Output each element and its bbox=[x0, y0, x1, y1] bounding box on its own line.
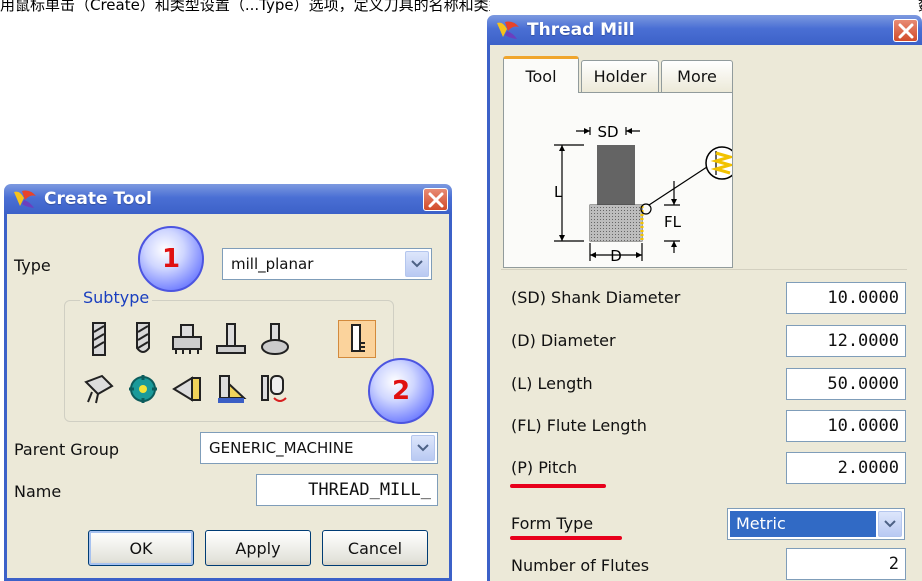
apply-button[interactable]: Apply bbox=[205, 530, 311, 566]
chevron-down-icon[interactable] bbox=[878, 511, 902, 537]
type-select-value: mill_planar bbox=[231, 255, 314, 273]
barrel-cutter-icon[interactable] bbox=[256, 320, 294, 358]
close-button[interactable] bbox=[893, 19, 918, 42]
create-tool-titlebar[interactable]: Create Tool bbox=[4, 184, 452, 214]
d-label: D bbox=[610, 247, 622, 265]
parent-group-label: Parent Group bbox=[14, 440, 120, 459]
pitch-field[interactable]: 2.0000 bbox=[786, 452, 906, 484]
name-label: Name bbox=[14, 482, 62, 501]
fl-label: FL bbox=[664, 213, 682, 231]
gear-cutter-icon[interactable] bbox=[124, 370, 162, 408]
flute-length-label: (FL) Flute Length bbox=[511, 416, 647, 435]
length-label: (L) Length bbox=[511, 374, 593, 393]
ok-button[interactable]: OK bbox=[88, 530, 194, 566]
tab-holder[interactable]: Holder bbox=[581, 60, 659, 92]
shank-diameter-field[interactable]: 10.0000 bbox=[786, 282, 906, 314]
name-field[interactable]: THREAD_MILL_ bbox=[256, 474, 438, 506]
thread-mill-icon[interactable] bbox=[338, 320, 376, 358]
flute-length-field[interactable]: 10.0000 bbox=[786, 410, 906, 442]
chevron-down-icon[interactable] bbox=[411, 435, 435, 461]
mill-cell-icon[interactable] bbox=[212, 370, 250, 408]
subtype-label: Subtype bbox=[80, 288, 153, 307]
diameter-field[interactable]: 12.0000 bbox=[786, 325, 906, 357]
length-field[interactable]: 50.0000 bbox=[786, 368, 906, 400]
probe-icon[interactable] bbox=[256, 370, 294, 408]
close-button[interactable] bbox=[423, 188, 448, 211]
l-label: L bbox=[554, 183, 563, 201]
type-select[interactable]: mill_planar bbox=[222, 248, 432, 280]
mill-endmill-icon[interactable] bbox=[80, 320, 118, 358]
parent-group-value: GENERIC_MACHINE bbox=[209, 439, 354, 457]
form-type-label: Form Type bbox=[511, 514, 594, 533]
background-caption-right: 数 bbox=[918, 0, 922, 16]
form-type-highlight-underline bbox=[510, 536, 622, 540]
shank-diameter-label: (SD) Shank Diameter bbox=[511, 288, 681, 307]
number-of-flutes-field[interactable]: 2 bbox=[786, 548, 906, 580]
diameter-label: (D) Diameter bbox=[511, 331, 616, 350]
thread-mill-diagram: SD L D FL P bbox=[554, 123, 764, 265]
face-mill-icon[interactable] bbox=[168, 320, 206, 358]
mill-ballmill-icon[interactable] bbox=[124, 320, 162, 358]
pitch-label: (P) Pitch bbox=[511, 458, 578, 477]
drill-holder-icon[interactable] bbox=[80, 370, 118, 408]
close-icon bbox=[898, 23, 913, 38]
callout-badge-1: 1 bbox=[138, 226, 204, 292]
chevron-down-icon[interactable] bbox=[405, 251, 429, 277]
thread-mill-titlebar[interactable]: Thread Mill bbox=[487, 15, 922, 45]
form-type-select[interactable]: Metric bbox=[727, 508, 905, 540]
cancel-button[interactable]: Cancel bbox=[322, 530, 428, 566]
form-type-value: Metric bbox=[730, 511, 876, 537]
type-label: Type bbox=[14, 256, 51, 275]
t-cutter-icon[interactable] bbox=[212, 320, 250, 358]
chamfer-mill-icon[interactable] bbox=[168, 370, 206, 408]
number-of-flutes-label: Number of Flutes bbox=[511, 556, 650, 575]
pitch-highlight-underline bbox=[510, 484, 606, 488]
sd-label: SD bbox=[597, 123, 618, 141]
thread-mill-title: Thread Mill bbox=[527, 20, 635, 40]
create-tool-title: Create Tool bbox=[44, 189, 152, 209]
parent-group-select[interactable]: GENERIC_MACHINE bbox=[200, 432, 438, 464]
nx-app-icon bbox=[14, 190, 36, 208]
tool-diagram-panel: SD L D FL P bbox=[503, 92, 764, 268]
nx-app-icon bbox=[497, 21, 519, 39]
tab-tool[interactable]: Tool bbox=[503, 56, 579, 93]
callout-badge-2: 2 bbox=[368, 358, 434, 424]
background-caption-left: 用鼠标单击（Create）和类型设置（...Type）选项，定义刀具的名称和类型… bbox=[0, 0, 490, 14]
close-icon bbox=[428, 192, 443, 207]
tab-more[interactable]: More bbox=[661, 60, 733, 92]
